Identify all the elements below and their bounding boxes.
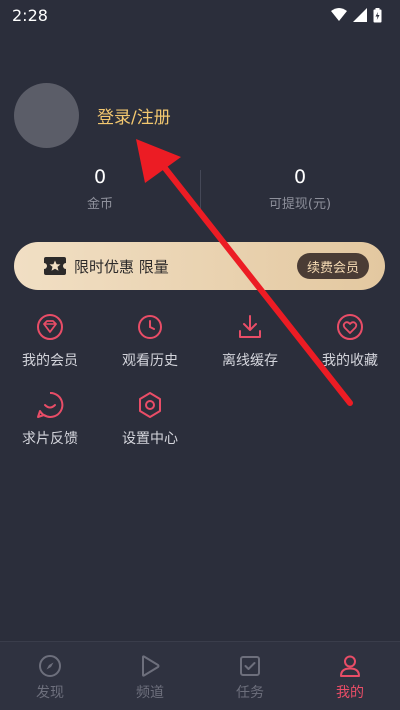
avatar[interactable] [14, 83, 79, 148]
bottom-tab-bar: 发现 频道 任务 我的 [0, 641, 400, 710]
menu-item-my-favorites[interactable]: 我的收藏 [300, 312, 400, 390]
menu-item-label: 我的收藏 [322, 353, 378, 369]
status-time: 2:28 [12, 5, 48, 25]
diamond-icon [37, 314, 63, 340]
menu-item-settings[interactable]: 设置中心 [100, 390, 200, 468]
battery-icon [373, 7, 382, 22]
compass-icon [39, 655, 61, 677]
settings-icon [139, 392, 161, 418]
tab-mine[interactable]: 我的 [300, 642, 400, 710]
tab-tasks[interactable]: 任务 [200, 642, 300, 710]
tab-label: 任务 [236, 685, 264, 701]
menu-item-label: 观看历史 [122, 353, 178, 369]
stat-value: 0 [293, 166, 307, 188]
wifi-icon [331, 8, 347, 21]
stat-coins[interactable]: 0 金币 [0, 165, 200, 215]
stat-label: 金币 [86, 197, 113, 212]
stat-divider [200, 170, 201, 214]
tab-label: 我的 [336, 685, 364, 701]
vip-promo-banner[interactable]: 限时优惠 限量 续费会员 [14, 242, 385, 290]
vip-ticket-icon [44, 257, 66, 275]
vip-promo-text: 限时优惠 限量 [74, 257, 169, 276]
heart-icon [337, 314, 363, 340]
menu-item-request-feedback[interactable]: 求片反馈 [0, 390, 100, 468]
profile-header: 登录/注册 [14, 83, 171, 148]
stat-value: 0 [93, 166, 107, 188]
login-register-link[interactable]: 登录/注册 [97, 103, 171, 128]
status-icons [331, 7, 382, 23]
tab-label: 发现 [36, 685, 64, 701]
menu-item-label: 设置中心 [122, 431, 178, 447]
status-bar: 2:28 [0, 0, 400, 30]
download-icon [239, 315, 261, 338]
menu-item-label: 离线缓存 [222, 353, 278, 369]
clock-icon [138, 315, 162, 339]
stat-label: 可提现(元) [268, 197, 332, 212]
signal-icon [353, 8, 367, 22]
renew-vip-button[interactable]: 续费会员 [296, 253, 369, 279]
feedback-icon [37, 391, 64, 418]
feature-grid: 我的会员 观看历史 离线缓存 我的收藏 求片反馈 设置中心 [0, 312, 400, 468]
task-icon [240, 656, 260, 676]
menu-item-label: 我的会员 [22, 353, 78, 369]
tab-discover[interactable]: 发现 [0, 642, 100, 710]
tab-channels[interactable]: 频道 [100, 642, 200, 710]
menu-item-label: 求片反馈 [22, 431, 78, 447]
menu-item-watch-history[interactable]: 观看历史 [100, 312, 200, 390]
profile-icon [340, 655, 360, 677]
stat-withdrawable[interactable]: 0 可提现(元) [200, 165, 400, 215]
stats-row: 0 金币 0 可提现(元) [0, 165, 400, 215]
tab-label: 频道 [136, 685, 164, 701]
menu-item-my-vip[interactable]: 我的会员 [0, 312, 100, 390]
play-icon [142, 655, 160, 677]
menu-item-offline-cache[interactable]: 离线缓存 [200, 312, 300, 390]
